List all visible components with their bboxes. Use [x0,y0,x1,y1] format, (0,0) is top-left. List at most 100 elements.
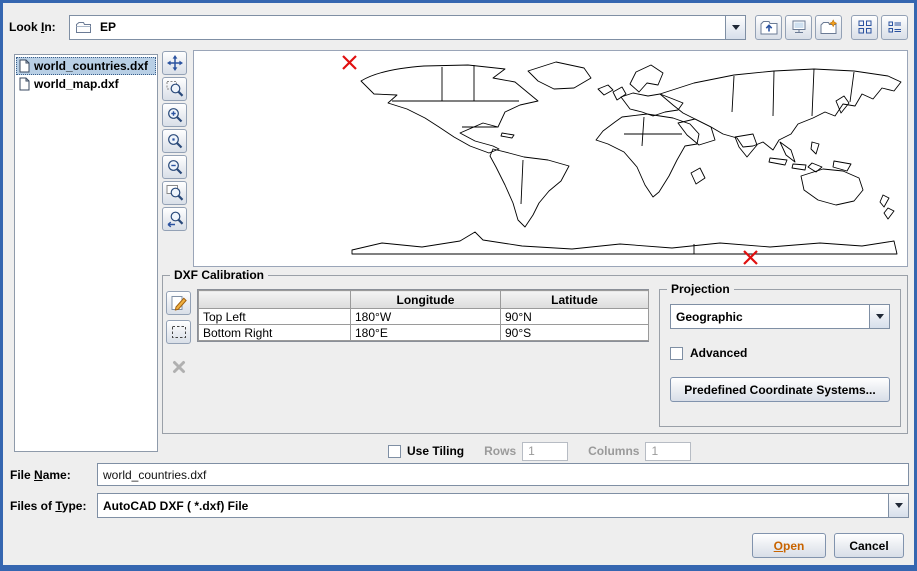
look-in-bar: Look In: EP [9,14,908,40]
look-in-value: EP [95,20,725,34]
look-in-label: Look In: [9,20,69,34]
file-list-item[interactable]: world_map.dxf [16,75,156,93]
projection-title: Projection [667,282,734,296]
file-name-label: world_countries.dxf [34,59,148,73]
files-of-type-dropdown-button[interactable] [888,494,908,517]
dxf-calibration-group: DXF Calibration Longitude Latitude [162,275,908,434]
projection-combobox[interactable]: Geographic [670,304,890,329]
rows-input [522,442,568,461]
calibration-table: Longitude Latitude Top Left 180°W 90°N B… [197,289,649,342]
latitude-column-header: Latitude [501,291,649,309]
files-of-type-combobox[interactable]: AutoCAD DXF ( *.dxf) File [97,493,909,518]
grid-view-icon [857,19,873,35]
table-row-bottom-right: Bottom Right 180°E 90°S [199,325,649,341]
open-label-text2: pen [783,539,804,553]
chevron-down-icon [876,314,884,319]
zoom-window-button[interactable] [162,77,187,101]
zoom-in-icon [166,106,184,124]
files-of-type-label-text2: ype: [62,499,87,513]
row-label-cell[interactable]: Bottom Right [199,325,351,341]
advanced-label: Advanced [690,346,747,360]
new-folder-button[interactable] [815,15,842,40]
edit-icon [170,294,188,312]
chevron-down-icon [895,503,903,508]
rows-label: Rows [484,444,516,458]
files-of-type-label-text: Files of [10,499,55,513]
zoom-previous-icon [166,210,184,228]
zoom-selected-icon [166,132,184,150]
zoom-in-button[interactable] [162,103,187,127]
files-of-type-value: AutoCAD DXF ( *.dxf) File [98,499,888,513]
map-preview-area [162,50,908,267]
file-name-label-text2: ame: [43,468,71,482]
zoom-previous-button[interactable] [162,207,187,231]
delete-icon [170,358,188,376]
file-list-item[interactable]: world_countries.dxf [16,57,156,75]
look-in-dropdown-button[interactable] [725,16,745,39]
desktop-button[interactable] [785,15,812,40]
row-label-cell[interactable]: Top Left [199,309,351,325]
dialog-actions: Open Cancel [752,533,904,558]
file-name-label-mnemonic: N [34,468,43,482]
projection-group: Projection Geographic Advanced Predefine… [659,289,901,427]
file-name-label: world_map.dxf [34,77,119,91]
tiling-row: Use Tiling Rows Columns [162,440,908,462]
file-name-input[interactable] [97,463,909,486]
file-list: world_countries.dxf world_map.dxf [14,54,158,452]
pan-icon [166,54,184,72]
files-of-type-row: Files of Type: AutoCAD DXF ( *.dxf) File [10,493,909,518]
cancel-button[interactable]: Cancel [834,533,904,558]
select-extent-icon [170,323,188,341]
edit-calibration-button[interactable] [166,291,191,315]
world-map-drawing [342,54,904,260]
use-tiling-label: Use Tiling [407,444,464,458]
calibration-toolbar [166,289,197,427]
longitude-cell[interactable]: 180°E [351,325,501,341]
top-left-cross-marker[interactable] [341,54,358,71]
new-folder-icon [820,19,838,35]
zoom-out-icon [166,158,184,176]
grid-view-button[interactable] [851,15,878,40]
map-preview-canvas[interactable] [193,50,908,267]
zoom-window-icon [166,80,184,98]
advanced-checkbox[interactable] [670,347,683,360]
pan-button[interactable] [162,51,187,75]
file-icon [19,59,30,73]
longitude-cell[interactable]: 180°W [351,309,501,325]
look-in-combobox[interactable]: EP [69,15,746,40]
file-name-row: File Name: [10,462,909,487]
columns-label: Columns [588,444,639,458]
dxf-calibration-title: DXF Calibration [170,268,268,282]
map-toolbar [162,50,190,267]
details-view-button[interactable] [881,15,908,40]
open-dxf-file-dialog: Look In: EP [0,0,917,571]
folder-icon [70,21,95,34]
desktop-icon [791,19,807,35]
select-extent-button[interactable] [166,320,191,344]
bottom-right-cross-marker[interactable] [742,249,759,266]
file-icon [19,77,30,91]
zoom-extents-icon [166,184,184,202]
up-folder-icon [760,19,778,35]
delete-calibration-button [166,355,191,379]
columns-input [645,442,691,461]
open-label-mnemonic: O [774,539,783,553]
table-row-top-left: Top Left 180°W 90°N [199,309,649,325]
zoom-out-button[interactable] [162,155,187,179]
zoom-selected-button[interactable] [162,129,187,153]
projection-value: Geographic [671,310,869,324]
predefined-coordinate-systems-button[interactable]: Predefined Coordinate Systems... [670,377,890,402]
up-folder-button[interactable] [755,15,782,40]
details-view-icon [887,19,903,35]
file-name-label: File Name: [10,468,97,482]
open-button[interactable]: Open [752,533,826,558]
folder-toolbar [755,15,908,40]
zoom-extents-button[interactable] [162,181,187,205]
look-in-label-text2: n: [44,20,55,34]
files-of-type-label: Files of Type: [10,499,97,513]
latitude-cell[interactable]: 90°N [501,309,649,325]
use-tiling-checkbox[interactable] [388,445,401,458]
projection-dropdown-button[interactable] [869,305,889,328]
corner-column-header [199,291,351,309]
latitude-cell[interactable]: 90°S [501,325,649,341]
